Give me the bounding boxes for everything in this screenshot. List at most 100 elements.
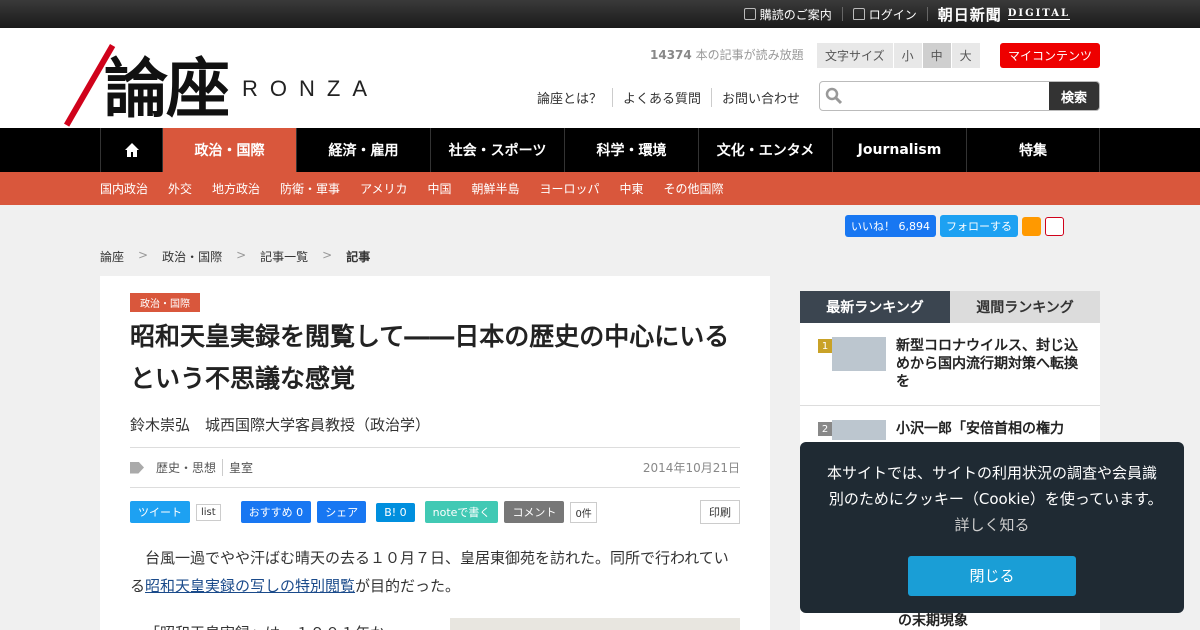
twitter-list-link[interactable]: list (196, 503, 221, 521)
search-box: 検索 (819, 81, 1100, 111)
article-paragraph: 台風一過でやや汗ばむ晴天の去る１０月７日、皇居東御苑を訪れた。同所で行われている… (130, 544, 740, 600)
lock-icon (852, 8, 865, 20)
breadcrumb-separator: > (322, 248, 333, 262)
cookie-learn-more-link[interactable]: 詳しく知る (954, 516, 1029, 534)
subnav-item[interactable]: ヨーロッパ (540, 180, 600, 197)
subnav-item[interactable]: 中東 (620, 180, 644, 197)
cookie-close-button[interactable]: 閉じる (908, 556, 1076, 596)
logo-kanji-text: 論座 (104, 52, 230, 127)
rank-number: 1 (818, 339, 832, 353)
subnav-item[interactable]: その他国際 (664, 180, 724, 197)
breadcrumb: 論座 > 政治・国際 > 記事一覧 > 記事 (100, 248, 384, 265)
subnav-item[interactable]: 防衛・軍事 (280, 180, 340, 197)
font-size-switcher: 文字サイズ 小 中 大 (817, 43, 981, 68)
nav-society[interactable]: 社会・スポーツ (430, 128, 564, 172)
cookie-banner: 本サイトでは、サイトの利用状況の調査や会員識別のためにクッキー（Cookie）を… (800, 442, 1184, 613)
home-icon (124, 143, 139, 157)
article-author: 鈴木崇弘 城西国際大学客員教授（政治学） (130, 414, 740, 448)
subnav-item[interactable]: 外交 (168, 180, 192, 197)
logo-en: RONZA (242, 76, 379, 101)
my-content-button[interactable]: マイコンテンツ (1000, 43, 1101, 68)
breadcrumb-category[interactable]: 政治・国際 (162, 248, 222, 265)
login-label: ログイン (868, 7, 917, 22)
subnav-item[interactable]: 国内政治 (100, 180, 148, 197)
hatena-bookmark-button[interactable]: B! 0 (376, 502, 415, 522)
print-button[interactable]: 印刷 (700, 500, 740, 524)
font-size-large[interactable]: 大 (951, 43, 981, 68)
article-count-text: 本の記事が読み放題 (691, 48, 804, 62)
font-size-small[interactable]: 小 (893, 43, 923, 68)
header-links: 論座とは？ よくある質問 お問い合わせ (537, 88, 810, 107)
paragraph-text: が目的だった。 (355, 577, 461, 595)
sub-nav: 国内政治 外交 地方政治 防衛・軍事 アメリカ 中国 朝鮮半島 ヨーロッパ 中東… (0, 172, 1200, 205)
facebook-like-button[interactable]: いいね！ 6,894 (845, 215, 936, 237)
about-link[interactable]: 論座とは？ (537, 88, 614, 107)
search-button[interactable]: 検索 (1049, 82, 1099, 110)
rank-number: 2 (818, 422, 832, 436)
subscribe-link[interactable]: 購読のご案内 (734, 7, 843, 22)
breadcrumb-separator: > (236, 248, 247, 262)
header: 論座 RONZA 14374 本の記事が読み放題 文字サイズ 小 中 大 マイコ… (0, 28, 1200, 128)
social-buttons: いいね！ 6,894 フォローする (845, 215, 1064, 237)
tags-row: 歴史・思想 皇室 2014年10月21日 (130, 448, 740, 488)
nav-economy[interactable]: 経済・雇用 (296, 128, 430, 172)
note-button[interactable]: noteで書く (424, 501, 499, 523)
font-size-label: 文字サイズ (817, 43, 894, 68)
ronza-logo[interactable]: 論座 RONZA (64, 38, 379, 130)
cookie-text: 本サイトでは、サイトの利用状況の調査や会員識別のためにクッキー（Cookie）を… (826, 464, 1157, 508)
tab-latest-ranking[interactable]: 最新ランキング (800, 291, 950, 323)
asahi-brand: 朝日新聞 (937, 5, 1002, 24)
nav-science[interactable]: 科学・環境 (564, 128, 698, 172)
nav-journalism[interactable]: Journalism (832, 128, 966, 172)
rank-title-partial[interactable]: の末期現象 (898, 610, 968, 630)
nav-special[interactable]: 特集 (966, 128, 1100, 172)
rank-title: 新型コロナウイルス、封じ込めから国内流行期対策へ転換を (896, 338, 1078, 390)
faq-link[interactable]: よくある質問 (613, 88, 713, 107)
subnav-item[interactable]: 中国 (427, 180, 451, 197)
article-count-num: 14374 (650, 48, 692, 62)
rank-thumbnail (832, 420, 886, 440)
font-size-medium[interactable]: 中 (922, 43, 952, 68)
subnav-item[interactable]: 地方政治 (212, 180, 260, 197)
nav-politics[interactable]: 政治・国際 (162, 128, 296, 172)
facebook-share-button[interactable]: シェア (317, 501, 367, 523)
cookie-message: 本サイトでは、サイトの利用状況の調査や会員識別のためにクッキー（Cookie）を… (822, 460, 1162, 538)
search-icon (820, 82, 848, 110)
article: 政治・国際 昭和天皇実録を閲覧して――日本の歴史の中心にいるという不思議な感覚 … (100, 276, 770, 630)
top-bar: 購読のご案内 ログイン 朝日新聞 DIGITAL (0, 0, 1200, 28)
comment-count: 0件 (570, 501, 597, 523)
rank-title: 小沢一郎「安倍首相の権力 (896, 421, 1064, 437)
home-nav-item[interactable] (100, 128, 162, 172)
share-bar: ツイート list おすすめ 0 シェア B! 0 noteで書く コメント 0… (130, 500, 740, 524)
subnav-item[interactable]: アメリカ (360, 180, 407, 197)
breadcrumb-current: 記事 (346, 250, 371, 264)
ranking-tabs: 最新ランキング 週間ランキング (800, 291, 1100, 323)
breadcrumb-home[interactable]: 論座 (100, 248, 124, 265)
breadcrumb-list[interactable]: 記事一覧 (260, 248, 308, 265)
search-input[interactable] (848, 82, 1049, 110)
special-viewing-link[interactable]: 昭和天皇実録の写しの特別閲覧 (145, 577, 355, 595)
login-link[interactable]: ログイン (843, 7, 928, 22)
asahi-digital-link[interactable]: 朝日新聞 DIGITAL (928, 6, 1080, 24)
rss-icon[interactable] (1022, 216, 1041, 236)
category-tag[interactable]: 政治・国際 (130, 293, 200, 312)
subscribe-label: 購読のご案内 (759, 7, 832, 22)
comment-button[interactable]: コメント (504, 501, 565, 523)
mail-icon[interactable] (1045, 216, 1064, 236)
contact-link[interactable]: お問い合わせ (712, 88, 810, 107)
nav-culture[interactable]: 文化・エンタメ (698, 128, 832, 172)
tab-weekly-ranking[interactable]: 週間ランキング (950, 291, 1100, 323)
article-count: 14374 本の記事が読み放題 (650, 46, 804, 63)
digital-label: DIGITAL (1007, 8, 1070, 20)
facebook-recommend-button[interactable]: おすすめ 0 (240, 501, 312, 523)
tweet-button[interactable]: ツイート (130, 501, 190, 523)
twitter-follow-button[interactable]: フォローする (940, 215, 1018, 237)
subnav-item[interactable]: 朝鮮半島 (471, 180, 519, 197)
tag-link[interactable]: 歴史・思想 (150, 459, 224, 476)
tag-icon (130, 461, 144, 474)
logo-kanji: 論座 (64, 38, 230, 130)
tag-list: 歴史・思想 皇室 (130, 459, 259, 476)
ranking-item[interactable]: 1 新型コロナウイルス、封じ込めから国内流行期対策へ転換を (800, 323, 1100, 406)
tag-link[interactable]: 皇室 (223, 459, 259, 476)
article-date: 2014年10月21日 (642, 461, 740, 475)
